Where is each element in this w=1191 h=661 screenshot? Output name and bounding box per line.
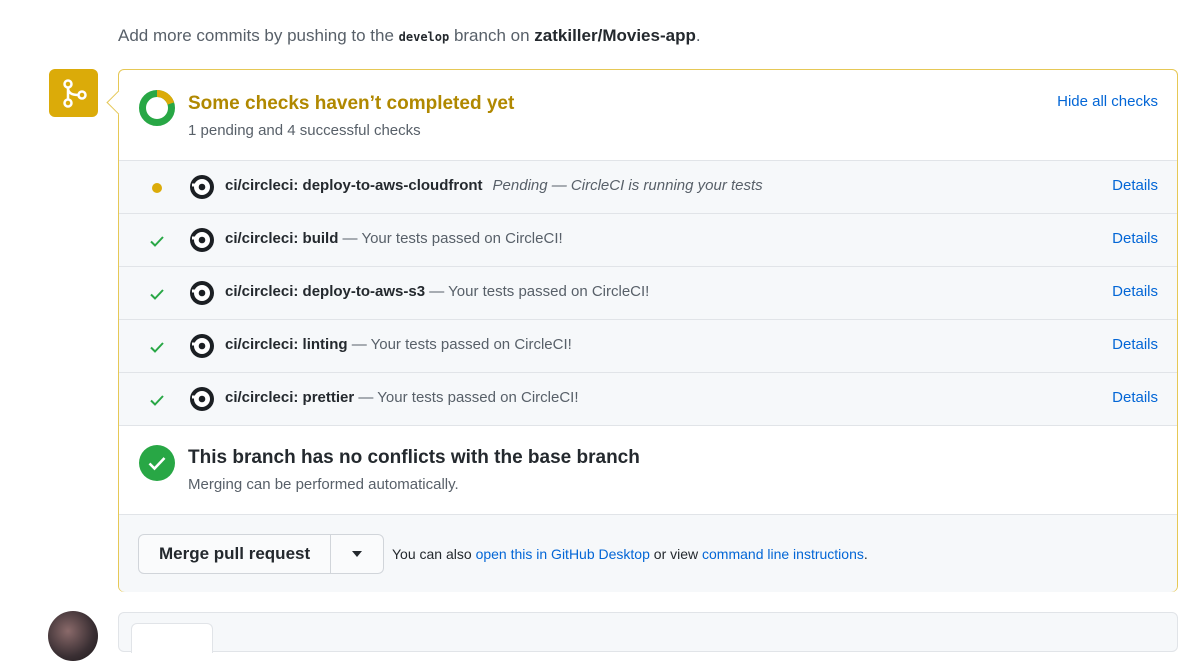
check-description: — Your tests passed on CircleCI! — [425, 283, 650, 300]
check-icon — [149, 339, 165, 355]
details-link[interactable]: Details — [1112, 336, 1158, 353]
branch-name: develop — [398, 30, 450, 44]
conflict-status: This branch has no conflicts with the ba… — [119, 424, 1177, 514]
check-row: ci/circleci: linting — Your tests passed… — [119, 320, 1177, 373]
check-description: — Your tests passed on CircleCI! — [354, 389, 579, 406]
check-row: ci/circleci: deploy-to-aws-cloudfront Pen… — [119, 161, 1177, 214]
open-in-desktop-link[interactable]: open this in GitHub Desktop — [476, 546, 650, 562]
repo-name: zatkiller/Movies-app — [534, 26, 696, 45]
check-text: ci/circleci: deploy-to-aws-s3 — Your tes… — [225, 283, 649, 300]
conflict-title: This branch has no conflicts with the ba… — [188, 447, 640, 468]
merge-note: You can also open this in GitHub Desktop… — [392, 546, 868, 562]
check-description: Pending — CircleCI is running your tests — [492, 177, 763, 194]
check-name: ci/circleci: deploy-to-aws-s3 — [225, 283, 426, 300]
check-name: ci/circleci: deploy-to-aws-cloudfront — [225, 177, 483, 194]
merge-note-prefix: You can also — [392, 546, 476, 562]
push-hint-middle: branch on — [449, 26, 535, 45]
check-icon — [149, 286, 165, 302]
details-link[interactable]: Details — [1112, 230, 1158, 247]
merge-action-row: Merge pull request You can also open thi… — [119, 514, 1177, 592]
push-hint-prefix: Add more commits by pushing to the — [118, 26, 399, 45]
merge-method-dropdown[interactable] — [331, 535, 383, 573]
hide-all-checks-link[interactable]: Hide all checks — [1057, 93, 1158, 110]
details-link[interactable]: Details — [1112, 283, 1158, 300]
check-row: ci/circleci: build — Your tests passed o… — [119, 214, 1177, 267]
check-row: ci/circleci: prettier — Your tests passe… — [119, 373, 1177, 426]
push-hint-suffix: . — [695, 26, 701, 45]
check-text: ci/circleci: build — Your tests passed o… — [225, 230, 563, 247]
check-name: ci/circleci: build — [225, 230, 339, 247]
checks-progress-icon — [139, 89, 175, 126]
circleci-logo-icon — [190, 281, 214, 305]
conflict-subtitle: Merging can be performed automatically. — [188, 476, 459, 493]
check-name: ci/circleci: prettier — [225, 389, 355, 406]
details-link[interactable]: Details — [1112, 177, 1158, 194]
merge-status-box: Some checks haven’t completed yet 1 pend… — [118, 69, 1178, 592]
check-circle-icon — [139, 445, 175, 481]
command-line-instructions-link[interactable]: command line instructions — [702, 546, 864, 562]
merge-button-group: Merge pull request — [138, 534, 385, 574]
pending-dot-icon — [149, 180, 165, 196]
merge-pull-request-button[interactable]: Merge pull request — [139, 535, 332, 573]
triangle-down-icon — [352, 551, 363, 557]
check-icon — [149, 392, 165, 408]
comment-box — [118, 612, 1178, 653]
tab-write[interactable] — [131, 623, 213, 653]
check-description: — Your tests passed on CircleCI! — [338, 230, 563, 247]
check-text: ci/circleci: deploy-to-aws-cloudfront Pen… — [225, 177, 763, 194]
push-hint: Add more commits by pushing to the devel… — [118, 26, 701, 46]
check-list: ci/circleci: deploy-to-aws-cloudfront Pen… — [119, 160, 1177, 426]
git-merge-icon — [49, 69, 98, 117]
merge-note-suffix: . — [863, 546, 868, 562]
merge-note-middle: or view — [649, 546, 703, 562]
checks-header: Some checks haven’t completed yet 1 pend… — [119, 70, 1177, 160]
check-description: — Your tests passed on CircleCI! — [347, 336, 572, 353]
check-row: ci/circleci: deploy-to-aws-s3 — Your tes… — [119, 267, 1177, 320]
check-text: ci/circleci: linting — Your tests passed… — [225, 336, 572, 353]
circleci-logo-icon — [190, 387, 214, 411]
check-text: ci/circleci: prettier — Your tests passe… — [225, 389, 579, 406]
check-name: ci/circleci: linting — [225, 336, 348, 353]
details-link[interactable]: Details — [1112, 389, 1158, 406]
checks-title: Some checks haven’t completed yet — [188, 93, 515, 114]
checks-summary: 1 pending and 4 successful checks — [188, 122, 421, 139]
check-icon — [149, 233, 165, 249]
circleci-logo-icon — [190, 228, 214, 252]
avatar[interactable] — [48, 611, 98, 661]
circleci-logo-icon — [190, 334, 214, 358]
circleci-logo-icon — [190, 175, 214, 199]
